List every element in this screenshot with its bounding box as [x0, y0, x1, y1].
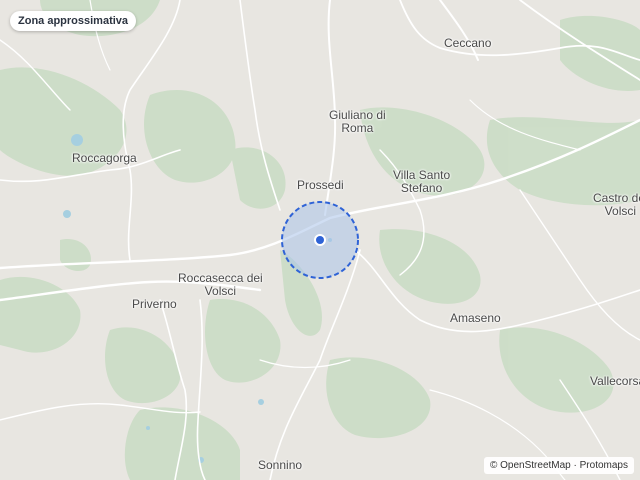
place-villa-line1: Villa Santo [393, 168, 451, 182]
place-villa-line2: Stefano [400, 181, 443, 195]
place-roccasecca-line1: Roccasecca dei [178, 271, 263, 285]
protomaps-link[interactable]: Protomaps [580, 460, 628, 471]
place-giuliano-line2: Roma [341, 121, 374, 135]
road-network [0, 0, 640, 480]
attribution-separator: · [570, 460, 580, 471]
place-castro-line1: Castro dei [593, 191, 640, 205]
place-sonnino: Sonnino [258, 458, 303, 472]
map-canvas[interactable]: Ceccano Giuliano di Roma Roccagorga Pros… [0, 0, 640, 480]
map-attribution: © OpenStreetMap · Protomaps [483, 457, 634, 474]
place-castro-dei-volsci: Castro dei Volsci [593, 192, 640, 218]
place-vallecorsa: Vallecorsa [590, 374, 640, 388]
place-roccasecca-line2: Volsci [204, 284, 237, 298]
approximate-zone-badge: Zona approssimativa [10, 11, 137, 31]
openstreetmap-link[interactable]: OpenStreetMap [500, 460, 571, 471]
place-amaseno: Amaseno [450, 311, 501, 325]
vegetation-areas [0, 0, 640, 480]
attribution-prefix: © [489, 460, 501, 471]
place-giuliano-line1: Giuliano di [329, 108, 386, 122]
place-roccasecca-dei-volsci: Roccasecca dei Volsci [178, 272, 263, 298]
place-priverno: Priverno [132, 297, 177, 311]
place-prossedi: Prossedi [297, 178, 344, 192]
map-base-layer [0, 0, 640, 480]
place-ceccano: Ceccano [444, 36, 492, 50]
place-castro-line2: Volsci [604, 204, 637, 218]
place-roccagorga: Roccagorga [72, 151, 137, 165]
place-villa-santo-stefano: Villa Santo Stefano [393, 169, 450, 195]
place-giuliano-di-roma: Giuliano di Roma [329, 109, 386, 135]
